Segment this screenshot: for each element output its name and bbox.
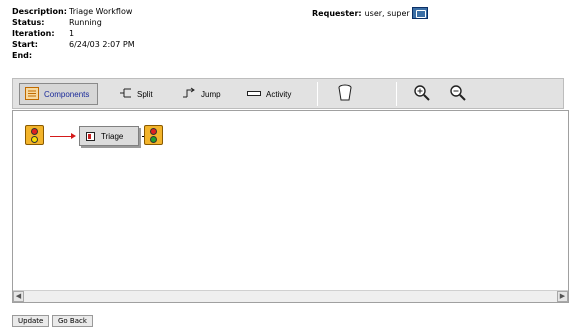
end-node-traffic-light-icon[interactable]: [144, 125, 163, 145]
workflow-toolbar: Components Split Jump Activity: [12, 78, 564, 109]
description-label: Description:: [12, 7, 67, 16]
iteration-label: Iteration:: [12, 29, 55, 38]
description-row: Description: Triage Workflow: [12, 6, 135, 17]
split-label: Split: [137, 89, 153, 99]
split-icon: [119, 87, 132, 101]
scroll-right-icon[interactable]: ▶: [557, 291, 568, 302]
trash-icon: [337, 84, 353, 104]
delete-button[interactable]: [337, 83, 353, 105]
zoom-out-icon: [449, 84, 467, 104]
components-icon: [25, 86, 39, 102]
yellow-light-dot: [31, 136, 38, 143]
end-label: End:: [12, 51, 33, 60]
status-row: Status: Running: [12, 17, 135, 28]
triage-task-node[interactable]: Triage: [79, 126, 139, 146]
components-label: Components: [44, 89, 90, 99]
task-icon: [86, 131, 95, 141]
toolbar-separator: [317, 82, 318, 106]
iteration-value: 1: [69, 29, 75, 38]
description-value: Triage Workflow: [69, 7, 133, 16]
go-back-button[interactable]: Go Back: [52, 315, 93, 327]
zoom-out-button[interactable]: [449, 83, 467, 105]
zoom-in-icon: [413, 84, 431, 104]
requester-value: user, super: [364, 8, 410, 18]
user-card-icon[interactable]: [411, 7, 428, 19]
workflow-info: Description: Triage Workflow Status: Run…: [12, 6, 135, 61]
red-light-dot: [31, 128, 38, 135]
iteration-row: Iteration: 1: [12, 28, 135, 39]
jump-icon: [182, 87, 196, 101]
start-connector: [50, 136, 72, 137]
requester-label: Requester:: [312, 8, 362, 18]
status-value: Running: [69, 18, 102, 27]
jump-button[interactable]: Jump: [182, 83, 221, 105]
requester: Requester: user, super: [312, 6, 428, 20]
activity-button[interactable]: Activity: [247, 83, 291, 105]
zoom-in-button[interactable]: [413, 83, 431, 105]
toolbar-separator: [396, 82, 397, 106]
start-node-traffic-light-icon[interactable]: [25, 125, 44, 145]
start-connector-arrowhead: [71, 133, 76, 139]
split-button[interactable]: Split: [119, 83, 153, 105]
start-value: 6/24/03 2:07 PM: [69, 40, 135, 49]
jump-label: Jump: [201, 89, 221, 99]
update-button[interactable]: Update: [12, 315, 50, 327]
start-row: Start: 6/24/03 2:07 PM: [12, 39, 135, 50]
task-label: Triage: [101, 131, 124, 141]
workflow-canvas[interactable]: Triage ◀ ▶: [12, 110, 569, 303]
scroll-left-icon[interactable]: ◀: [13, 291, 24, 302]
green-light-dot: [150, 136, 157, 143]
start-label: Start:: [12, 40, 38, 49]
red-light-dot: [150, 128, 157, 135]
activity-label: Activity: [266, 89, 292, 99]
activity-icon: [247, 89, 261, 99]
components-button[interactable]: Components: [19, 83, 99, 105]
end-row: End:: [12, 50, 135, 61]
status-label: Status:: [12, 18, 45, 27]
horizontal-scrollbar[interactable]: ◀ ▶: [13, 290, 568, 302]
